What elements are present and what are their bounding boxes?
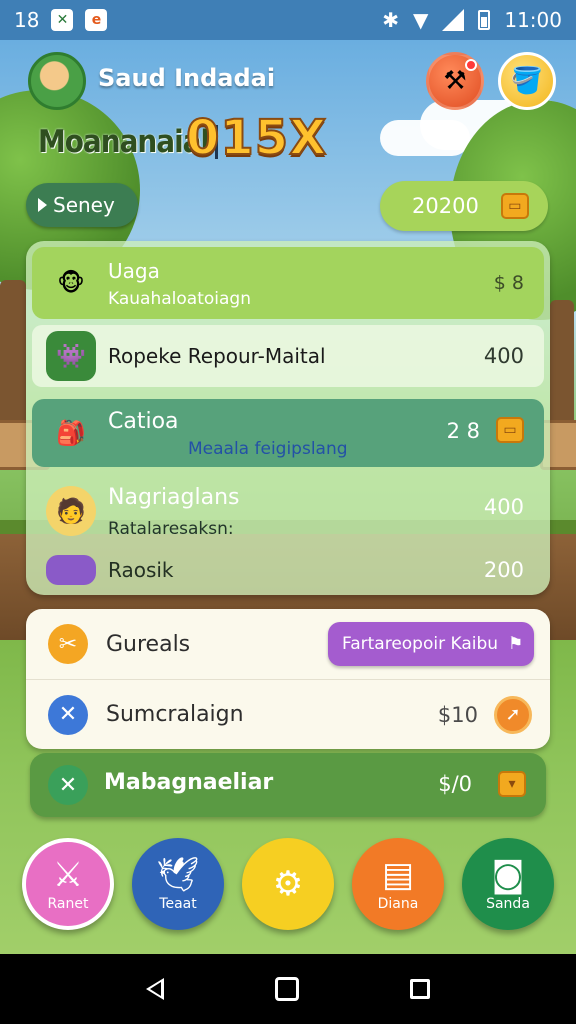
tools-button[interactable]: ⚒ (426, 52, 484, 110)
nav-label: Sanda (486, 896, 530, 912)
coin-icon: ▾ (498, 771, 526, 797)
action-button-label: Fartareopoir Kaibu (342, 634, 499, 654)
score-display: 015X (185, 109, 328, 167)
coin-icon: ▭ (500, 193, 529, 219)
status-bar: 18 ✕ e ✱ ▼ 11:00 (0, 0, 576, 40)
home-icon[interactable] (274, 977, 299, 1001)
player-name: Saud Indadai (98, 64, 276, 92)
clock: 11:00 (504, 8, 562, 32)
menu-item-mabagnaeliar[interactable]: ✕ Mabagnaeliar $/0 ▾ (30, 753, 546, 817)
item-subtitle: Kauahaloatoiagn (108, 289, 251, 309)
compass-button[interactable]: ➚ (494, 695, 532, 734)
list-item[interactable]: 🧑 Nagriaglans Ratalaresaksn: 400 (32, 477, 544, 545)
coin-icon: ▭ (496, 417, 524, 443)
menu-item-gureals[interactable]: ✂ Gureals Fartareopoir Kaibu ⚑ (26, 609, 550, 679)
nav-label: Ranet (47, 896, 89, 912)
nav-button-teaat[interactable]: 🕊 Teaat (132, 838, 224, 930)
game-title: Moananaial (38, 124, 210, 160)
recent-apps-icon[interactable] (410, 979, 431, 999)
bird-icon: 🕊 (156, 855, 200, 895)
item-amount: 2 8 (446, 419, 480, 443)
action-button[interactable]: Fartareopoir Kaibu ⚑ (328, 622, 534, 666)
list-item[interactable]: 🐵 Uaga Kauahaloatoiagn $ 8 (32, 247, 544, 319)
season-label: Seney (53, 193, 115, 217)
notification-dot (465, 59, 477, 71)
nav-button-settings[interactable]: ⚙ (242, 838, 334, 930)
nav-button-ranet[interactable]: ⚔ Ranet (22, 838, 114, 930)
menu-item-amount: $10 (437, 702, 478, 727)
item-title: Nagriaglans (108, 485, 240, 510)
flag-icon: ⚑ (508, 634, 524, 654)
system-nav-bar (0, 954, 576, 1024)
menu-item-label: Sumcralaign (106, 702, 244, 727)
list-item[interactable]: 👾 Ropeke Repour-Maital 400 (32, 325, 544, 387)
chat-icon: ▤ (381, 855, 415, 895)
item-subtitle: Ratalaresaksn: (108, 519, 234, 539)
item-title: Ropeke Repour-Maital (108, 344, 326, 368)
creature-icon: 👾 (46, 331, 96, 381)
list-item[interactable]: 🎒 Catioa Meaala feigipslang 2 8 ▭ (32, 399, 544, 467)
swords-icon: ⚔ (52, 855, 84, 895)
status-left-text: 18 (14, 8, 40, 32)
cell-signal-icon (442, 9, 465, 31)
wifi-icon: ▼ (412, 8, 429, 32)
gear-icon: ⚙ (272, 864, 304, 904)
close-icon: ✕ (48, 765, 88, 805)
item-title: Raosik (108, 558, 174, 582)
coins-value: 20200 (412, 194, 479, 218)
item-title: Uaga (108, 259, 160, 283)
player-avatar[interactable] (28, 52, 86, 110)
character-icon: 🐵 (57, 269, 85, 297)
back-icon[interactable] (145, 978, 164, 1000)
camera-icon: ◙ (491, 855, 525, 895)
app-notification-icon: e (85, 9, 108, 31)
play-icon (38, 198, 47, 212)
farmer-icon: 🧑 (46, 486, 96, 536)
tool-icon: ✂ (48, 624, 88, 664)
action-menu: ✂ Gureals Fartareopoir Kaibu ⚑ ✕ Sumcral… (26, 609, 550, 749)
item-amount: $ 8 (493, 272, 524, 294)
season-button[interactable]: Seney (26, 183, 138, 227)
box-icon (46, 555, 96, 585)
nav-label: Diana (377, 896, 419, 912)
nav-label: Teaat (159, 896, 197, 912)
cloud (380, 120, 470, 156)
item-amount: 400 (483, 495, 524, 519)
hammer-icon: ⚒ (443, 66, 467, 96)
coins-counter[interactable]: 20200 ▭ (380, 181, 548, 231)
item-amount: 200 (483, 558, 524, 582)
item-title: Catioa (108, 409, 179, 434)
close-icon: ✕ (48, 694, 88, 735)
bucket-icon: 🪣 (510, 66, 544, 96)
nav-button-sanda[interactable]: ◙ Sanda (462, 838, 554, 930)
item-amount: 400 (483, 344, 524, 368)
menu-item-amount: $/0 (438, 772, 472, 796)
list-item[interactable]: Raosik 200 (32, 549, 544, 591)
battery-icon (478, 10, 491, 30)
app-notification-icon: ✕ (51, 9, 74, 31)
menu-item-label: Mabagnaeliar (104, 770, 274, 795)
menu-item-label: Gureals (106, 631, 191, 657)
shop-button[interactable]: 🪣 (498, 52, 556, 110)
quest-panel: 🐵 Uaga Kauahaloatoiagn $ 8 👾 Ropeke Repo… (26, 241, 550, 595)
bluetooth-icon: ✱ (382, 8, 399, 32)
nav-button-diana[interactable]: ▤ Diana (352, 838, 444, 930)
menu-item-sumcralaign[interactable]: ✕ Sumcralaign $10 ➚ (26, 679, 550, 749)
backpack-icon: 🎒 (56, 419, 86, 447)
item-subtitle: Meaala feigipslang (188, 439, 348, 459)
